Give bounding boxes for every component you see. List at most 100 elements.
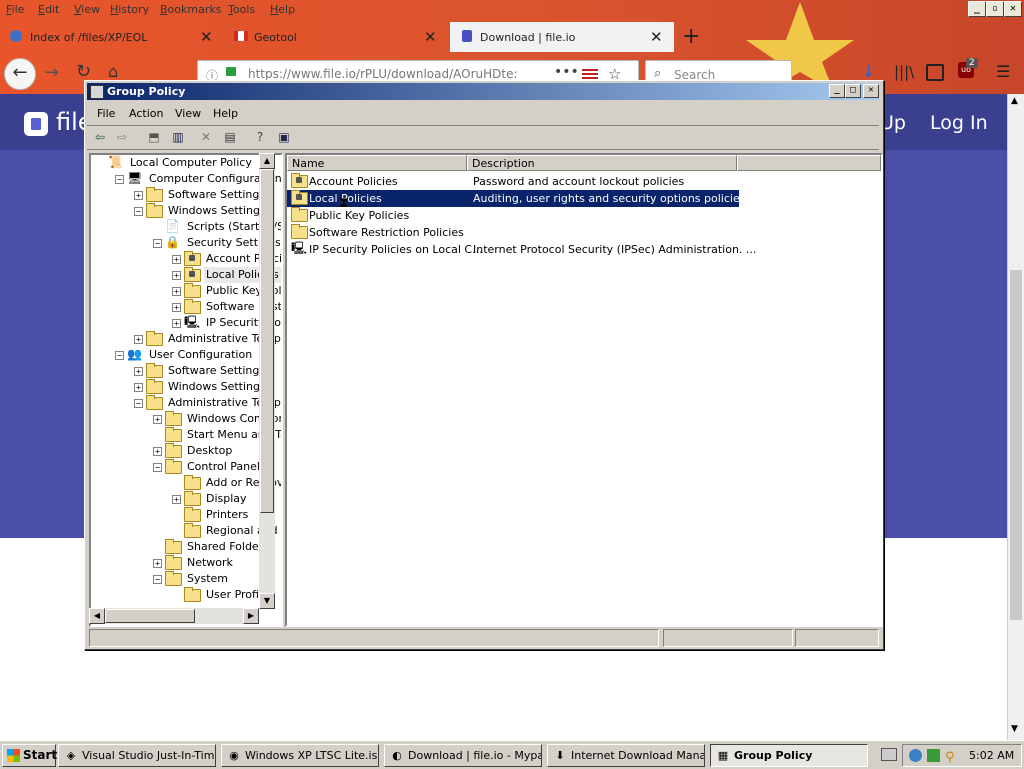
sidebar-icon[interactable] bbox=[926, 64, 944, 81]
close-tab-icon[interactable]: ✕ bbox=[200, 28, 213, 46]
scroll-left-icon[interactable]: ◀ bbox=[89, 608, 105, 624]
minimize-button[interactable]: _ bbox=[829, 84, 845, 98]
library-icon[interactable]: |||\ bbox=[894, 63, 914, 81]
tree-node[interactable]: + Software Settings bbox=[91, 187, 281, 203]
tree-node[interactable]: − Windows Settings bbox=[91, 203, 281, 219]
scroll-thumb[interactable] bbox=[260, 169, 274, 513]
maximize-button[interactable]: □ bbox=[845, 84, 861, 98]
taskbar-button[interactable]: ◐ Download | file.io - Mypal bbox=[384, 744, 542, 767]
collapse-icon[interactable]: − bbox=[153, 239, 162, 248]
collapse-icon[interactable]: − bbox=[134, 399, 143, 408]
scroll-right-icon[interactable]: ▶ bbox=[243, 608, 259, 624]
expand-icon[interactable]: + bbox=[153, 559, 162, 568]
scroll-thumb[interactable] bbox=[105, 609, 195, 623]
list-item[interactable]: Software Restriction Policies bbox=[287, 224, 739, 241]
tree-node[interactable]: 📜 Local Computer Policy bbox=[91, 155, 281, 171]
export-list-icon[interactable]: ▤ bbox=[221, 128, 239, 146]
tree-node[interactable]: − System bbox=[91, 571, 281, 587]
expand-icon[interactable]: + bbox=[172, 255, 181, 264]
tree-node[interactable]: − 👥 User Configuration bbox=[91, 347, 281, 363]
column-header-description[interactable]: Description bbox=[467, 155, 737, 171]
tree-node[interactable]: +🖳IP Security Polic bbox=[91, 315, 281, 331]
tree-node[interactable]: + Desktop bbox=[91, 443, 281, 459]
menu-view[interactable]: View bbox=[74, 3, 100, 16]
network-globe-icon[interactable] bbox=[909, 749, 922, 762]
forward-arrow-icon[interactable]: ⇨ bbox=[113, 128, 131, 146]
expand-icon[interactable]: + bbox=[134, 335, 143, 344]
tree-node[interactable]: + Local Policies bbox=[91, 267, 281, 283]
expand-icon[interactable]: + bbox=[134, 367, 143, 376]
login-link[interactable]: Log In bbox=[930, 112, 988, 134]
list-item[interactable]: Local Policies Auditing, user rights and … bbox=[287, 190, 745, 207]
browser-close-button[interactable]: ✕ bbox=[1004, 1, 1022, 17]
close-button[interactable]: ✕ bbox=[863, 84, 879, 98]
tree-node[interactable]: 📄Scripts (Startup/Shu bbox=[91, 219, 281, 235]
gp-menu-file[interactable]: File bbox=[97, 107, 115, 120]
taskbar-button[interactable]: ▦ Group Policy bbox=[710, 744, 868, 767]
column-header-name[interactable]: Name bbox=[287, 155, 467, 171]
expand-icon[interactable]: + bbox=[172, 287, 181, 296]
tree-node[interactable]: − 🖥 Computer Configuration bbox=[91, 171, 281, 187]
url-text[interactable]: https://www.file.io/rPLU/download/AOruHD… bbox=[248, 67, 518, 81]
collapse-icon[interactable]: − bbox=[153, 575, 162, 584]
taskbar-button[interactable]: ◈ Visual Studio Just-In-Tim... bbox=[58, 744, 216, 767]
reload-icon[interactable]: ↻ bbox=[76, 61, 91, 82]
tree-node[interactable]: Printers bbox=[91, 507, 281, 523]
start-button[interactable]: Start bbox=[2, 744, 57, 767]
collapse-icon[interactable]: − bbox=[153, 463, 162, 472]
menu-file[interactable]: File bbox=[6, 3, 24, 16]
expand-icon[interactable]: + bbox=[153, 415, 162, 424]
expand-icon[interactable]: + bbox=[153, 447, 162, 456]
scroll-down-icon[interactable]: ▼ bbox=[1011, 724, 1018, 734]
tree-node[interactable]: Shared Folders bbox=[91, 539, 281, 555]
tree-horizontal-scrollbar[interactable]: ◀ ▶ bbox=[89, 608, 259, 624]
tree-node[interactable]: +Administrative Template bbox=[91, 331, 281, 347]
expand-icon[interactable]: + bbox=[172, 495, 181, 504]
gp-menu-help[interactable]: Help bbox=[213, 107, 238, 120]
tree-pane[interactable]: 📜 Local Computer Policy − 🖥 Computer Configu… bbox=[89, 153, 283, 627]
tree-node[interactable]: − Control Panel bbox=[91, 459, 281, 475]
scroll-up-icon[interactable]: ▲ bbox=[1011, 96, 1018, 106]
tree-node[interactable]: + Network bbox=[91, 555, 281, 571]
forward-button[interactable]: → bbox=[44, 62, 59, 83]
help-icon[interactable]: ? bbox=[251, 128, 269, 146]
page-actions-icon[interactable]: ••• bbox=[554, 64, 579, 80]
group-policy-titlebar[interactable]: Group Policy _ □ ✕ bbox=[87, 83, 879, 100]
close-tab-icon[interactable]: ✕ bbox=[424, 28, 437, 46]
shield-icon[interactable] bbox=[927, 749, 940, 762]
tree-node[interactable]: + Software Settings bbox=[91, 363, 281, 379]
tree-node[interactable]: +Account Policies bbox=[91, 251, 281, 267]
close-tab-icon[interactable]: ✕ bbox=[650, 28, 663, 46]
scroll-up-icon[interactable]: ▲ bbox=[259, 153, 275, 169]
list-item[interactable]: Account Policies Password and account loc… bbox=[287, 173, 739, 190]
home-icon[interactable]: ⌂ bbox=[108, 62, 118, 81]
gp-menu-view[interactable]: View bbox=[175, 107, 201, 120]
scroll-down-icon[interactable]: ▼ bbox=[259, 593, 275, 609]
menu-tools[interactable]: Tools bbox=[228, 3, 255, 16]
menu-help[interactable]: Help bbox=[270, 3, 295, 16]
browser-minimize-button[interactable]: _ bbox=[968, 1, 986, 17]
tree-node[interactable]: Start Menu and Tas bbox=[91, 427, 281, 443]
details-list-pane[interactable]: Name Description Account Policies Passwor… bbox=[285, 153, 883, 627]
list-item[interactable]: 🖳 IP Security Policies on Local C... Inter… bbox=[287, 241, 756, 258]
tab-download-fileio[interactable]: Download | file.io ✕ bbox=[450, 22, 674, 52]
search-tray-icon[interactable]: ⚲ bbox=[945, 747, 955, 768]
new-tab-button[interactable]: + bbox=[682, 24, 700, 49]
tree-vertical-scrollbar[interactable]: ▲ ▼ bbox=[259, 153, 275, 609]
expand-icon[interactable]: + bbox=[134, 191, 143, 200]
back-button[interactable]: ← bbox=[4, 58, 36, 90]
scroll-thumb[interactable] bbox=[1010, 270, 1022, 620]
tree-node[interactable]: +Public Key Polici bbox=[91, 283, 281, 299]
menu-history[interactable]: History bbox=[110, 3, 149, 16]
list-item[interactable]: Public Key Policies bbox=[287, 207, 739, 224]
expand-icon[interactable]: + bbox=[134, 383, 143, 392]
tree-node[interactable]: + Display bbox=[91, 491, 281, 507]
tree-node[interactable]: − 🔒 Security Settings bbox=[91, 235, 281, 251]
tree-node[interactable]: Regional and La bbox=[91, 523, 281, 539]
menu-bookmarks[interactable]: Bookmarks bbox=[160, 3, 221, 16]
gp-menu-action[interactable]: Action bbox=[129, 107, 163, 120]
expand-icon[interactable]: + bbox=[172, 271, 181, 280]
hamburger-menu-icon[interactable]: ☰ bbox=[996, 62, 1010, 81]
delete-icon[interactable]: ✕ bbox=[197, 128, 215, 146]
browser-restore-button[interactable]: ▫ bbox=[986, 1, 1004, 17]
